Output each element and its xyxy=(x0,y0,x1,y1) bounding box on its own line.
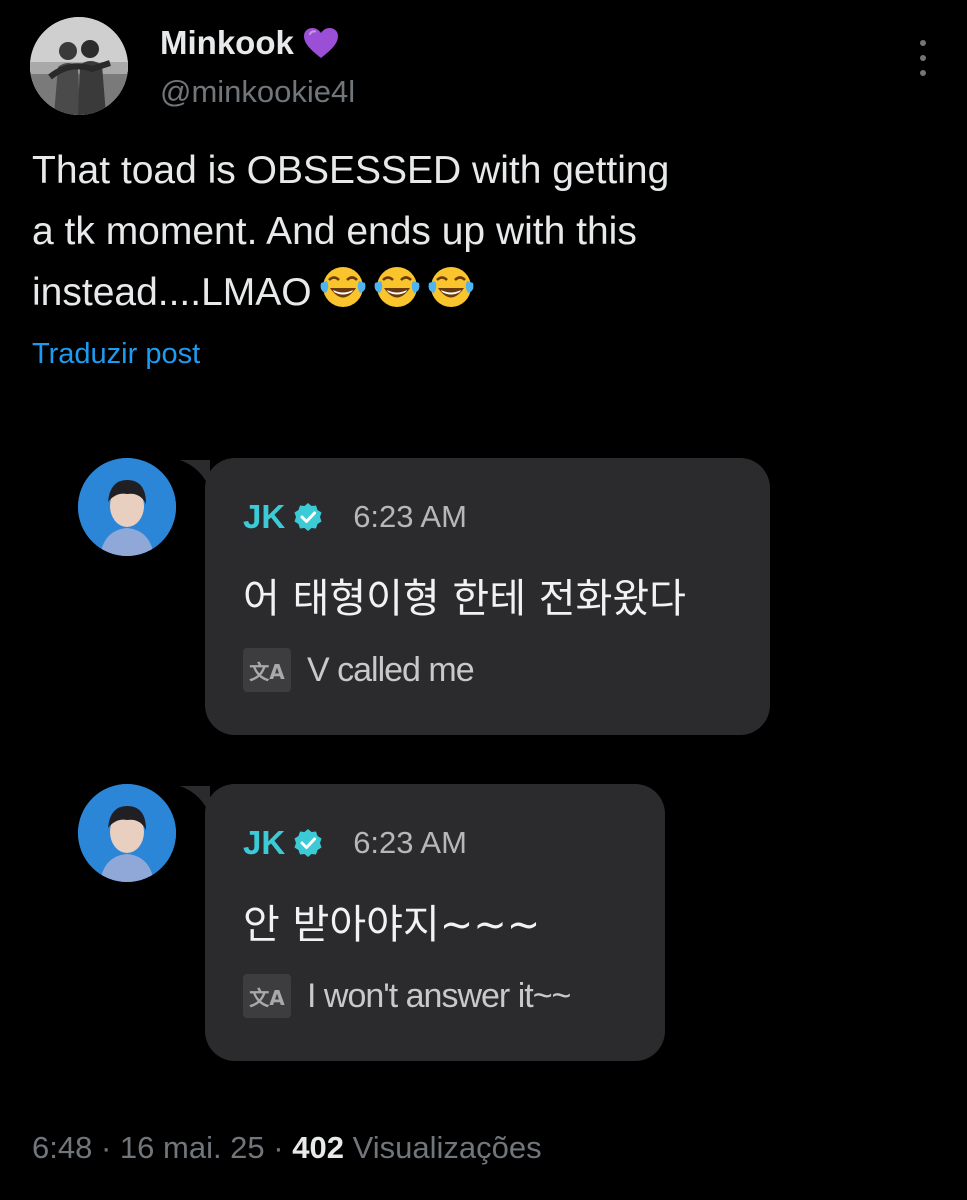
message-time: 6:23 AM xyxy=(353,499,467,534)
tweet-line-last: instead....LMAO xyxy=(32,262,832,323)
translation-row: 文A I won't answer it~~ xyxy=(243,974,571,1018)
translate-post-link[interactable]: Traduzir post xyxy=(32,338,200,371)
author-avatar[interactable] xyxy=(30,17,128,115)
avatar-photo xyxy=(78,458,176,556)
attached-image[interactable]: JK 6:23 AM 어 태형이형 한테 전화왔다 文A V called me xyxy=(0,420,967,1100)
more-options-button[interactable] xyxy=(908,40,938,76)
verified-badge-icon xyxy=(294,829,322,857)
author-name-text: Minkook xyxy=(160,24,294,61)
tears-of-joy-icon xyxy=(428,267,474,307)
translate-icon: 文A xyxy=(243,648,291,692)
more-dot-icon xyxy=(920,55,926,61)
avatar-photo xyxy=(78,784,176,882)
post-time[interactable]: 6:48 xyxy=(32,1130,92,1165)
avatar-photo xyxy=(30,17,128,115)
translation-text: V called me xyxy=(307,650,475,689)
sender-row: JK 6:23 AM xyxy=(243,824,467,862)
emoji-group xyxy=(318,263,476,311)
message-bubble: JK 6:23 AM 어 태형이형 한테 전화왔다 文A V called me xyxy=(205,458,770,735)
author-display-name[interactable]: Minkook xyxy=(160,24,340,62)
translation-text: I won't answer it~~ xyxy=(307,976,571,1015)
sender-avatar xyxy=(78,784,176,882)
tears-of-joy-icon xyxy=(320,267,366,307)
author-handle[interactable]: @minkookie4l xyxy=(160,74,355,110)
message-text: 안 받아야지~~~ xyxy=(243,902,541,948)
tweet-line: That toad is OBSESSED with getting xyxy=(32,149,670,192)
translate-icon: 文A xyxy=(243,974,291,1018)
views-count[interactable]: 402 xyxy=(292,1130,344,1165)
tears-of-joy-icon xyxy=(374,267,420,307)
post-date[interactable]: 16 mai. 25 xyxy=(120,1130,265,1165)
translation-row: 文A V called me xyxy=(243,648,475,692)
sender-avatar xyxy=(78,458,176,556)
message-time: 6:23 AM xyxy=(353,825,467,860)
tweet-text: That toad is OBSESSED with getting a tk … xyxy=(32,140,832,323)
sender-name: JK xyxy=(243,498,286,535)
tweet-line-text: instead....LMAO xyxy=(32,271,312,314)
sender-row: JK 6:23 AM xyxy=(243,498,467,536)
message-bubble: JK 6:23 AM 안 받아야지~~~ 文A I won't answer i… xyxy=(205,784,665,1061)
sender-name: JK xyxy=(243,824,286,861)
tweet-meta: 6:48 · 16 mai. 25 · 402 Visualizações xyxy=(32,1130,542,1166)
tweet-line: a tk moment. And ends up with this xyxy=(32,210,637,253)
meta-separator: · xyxy=(92,1130,120,1165)
views-label: Visualizações xyxy=(343,1130,542,1165)
more-dot-icon xyxy=(920,40,926,46)
meta-separator: · xyxy=(264,1130,293,1165)
purple-heart-icon xyxy=(303,28,338,58)
verified-badge-icon xyxy=(294,503,322,531)
more-dot-icon xyxy=(920,70,926,76)
message-text: 어 태형이형 한테 전화왔다 xyxy=(243,576,686,622)
